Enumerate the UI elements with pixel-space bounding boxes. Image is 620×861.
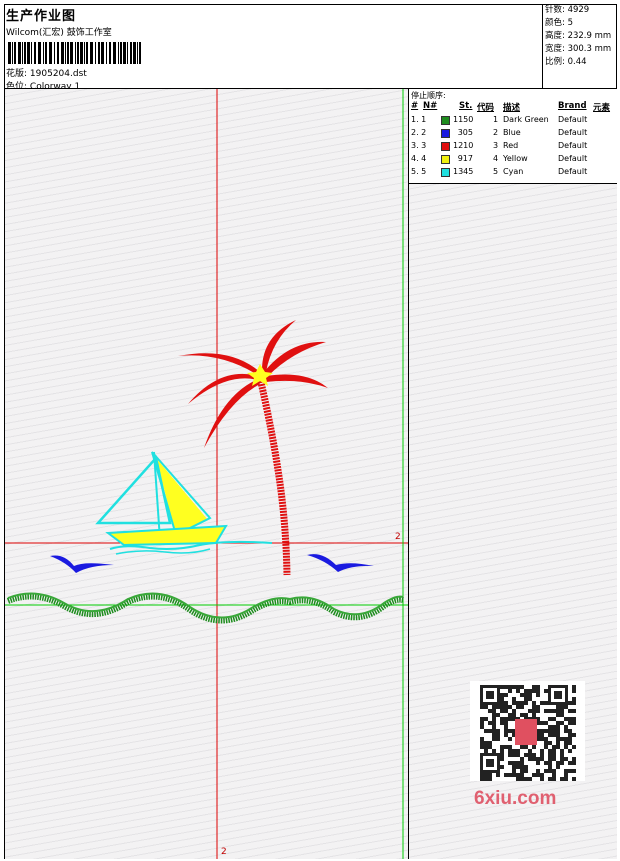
table-row: 2. 2 305 2 Blue Default bbox=[409, 127, 617, 140]
color-swatch bbox=[441, 168, 450, 177]
row-index: 3. 3 bbox=[411, 141, 427, 150]
row-index: 5. 5 bbox=[411, 167, 427, 176]
row-description: Cyan bbox=[503, 167, 524, 176]
color-swatch bbox=[441, 129, 450, 138]
row-description: Blue bbox=[503, 128, 521, 137]
grid-label-vertical: 2 bbox=[221, 847, 227, 857]
grid-label-horizontal: 2 bbox=[395, 532, 401, 542]
row-brand: Default bbox=[558, 115, 588, 124]
row-code: 4 bbox=[493, 154, 499, 163]
row-brand: Default bbox=[558, 154, 588, 163]
table-row: 4. 4 917 4 Yellow Default bbox=[409, 153, 617, 166]
qr-code-graphic bbox=[480, 685, 576, 781]
row-description: Yellow bbox=[503, 154, 528, 163]
row-index: 2. 2 bbox=[411, 128, 427, 137]
stop-sequence-table: 停止顺序: # N# St. 代码 描述 Brand 元素 1. 1 1150 1 D… bbox=[409, 89, 617, 184]
table-row: 5. 5 1345 5 Cyan Default bbox=[409, 166, 617, 179]
row-code: 2 bbox=[493, 128, 499, 137]
row-stitches: 1150 bbox=[453, 115, 474, 124]
bird-right bbox=[307, 554, 374, 572]
watermark-text: 6xiu.com bbox=[474, 788, 557, 809]
row-description: Dark Green bbox=[503, 115, 549, 124]
col-header-description: 描述 bbox=[503, 103, 521, 113]
color-swatch bbox=[441, 155, 450, 164]
stop-sequence-title: 停止顺序: bbox=[411, 91, 446, 100]
row-description: Red bbox=[503, 141, 519, 150]
row-brand: Default bbox=[558, 128, 588, 137]
table-row: 3. 3 1210 3 Red Default bbox=[409, 140, 617, 153]
col-header-element: 元素 bbox=[593, 103, 611, 113]
qr-code bbox=[470, 681, 585, 781]
color-swatch bbox=[441, 142, 450, 151]
row-stitches: 1345 bbox=[453, 167, 474, 176]
row-code: 5 bbox=[493, 167, 499, 176]
table-row: 1. 1 1150 1 Dark Green Default bbox=[409, 114, 617, 127]
col-header-index: # bbox=[411, 101, 419, 111]
row-stitches: 305 bbox=[457, 128, 473, 137]
color-swatch bbox=[441, 116, 450, 125]
col-header-code: 代码 bbox=[477, 103, 495, 113]
bird-left bbox=[50, 555, 114, 573]
col-header-stitches: St. bbox=[459, 101, 473, 111]
row-stitches: 1210 bbox=[453, 141, 474, 150]
col-header-brand: Brand bbox=[558, 101, 587, 111]
row-stitches: 917 bbox=[457, 154, 473, 163]
row-index: 1. 1 bbox=[411, 115, 427, 124]
wave-stitches bbox=[6, 592, 404, 624]
row-index: 4. 4 bbox=[411, 154, 427, 163]
row-code: 3 bbox=[493, 141, 499, 150]
col-header-number: N# bbox=[423, 101, 438, 111]
sailboat bbox=[95, 451, 273, 555]
row-brand: Default bbox=[558, 141, 588, 150]
row-code: 1 bbox=[493, 115, 499, 124]
row-brand: Default bbox=[558, 167, 588, 176]
